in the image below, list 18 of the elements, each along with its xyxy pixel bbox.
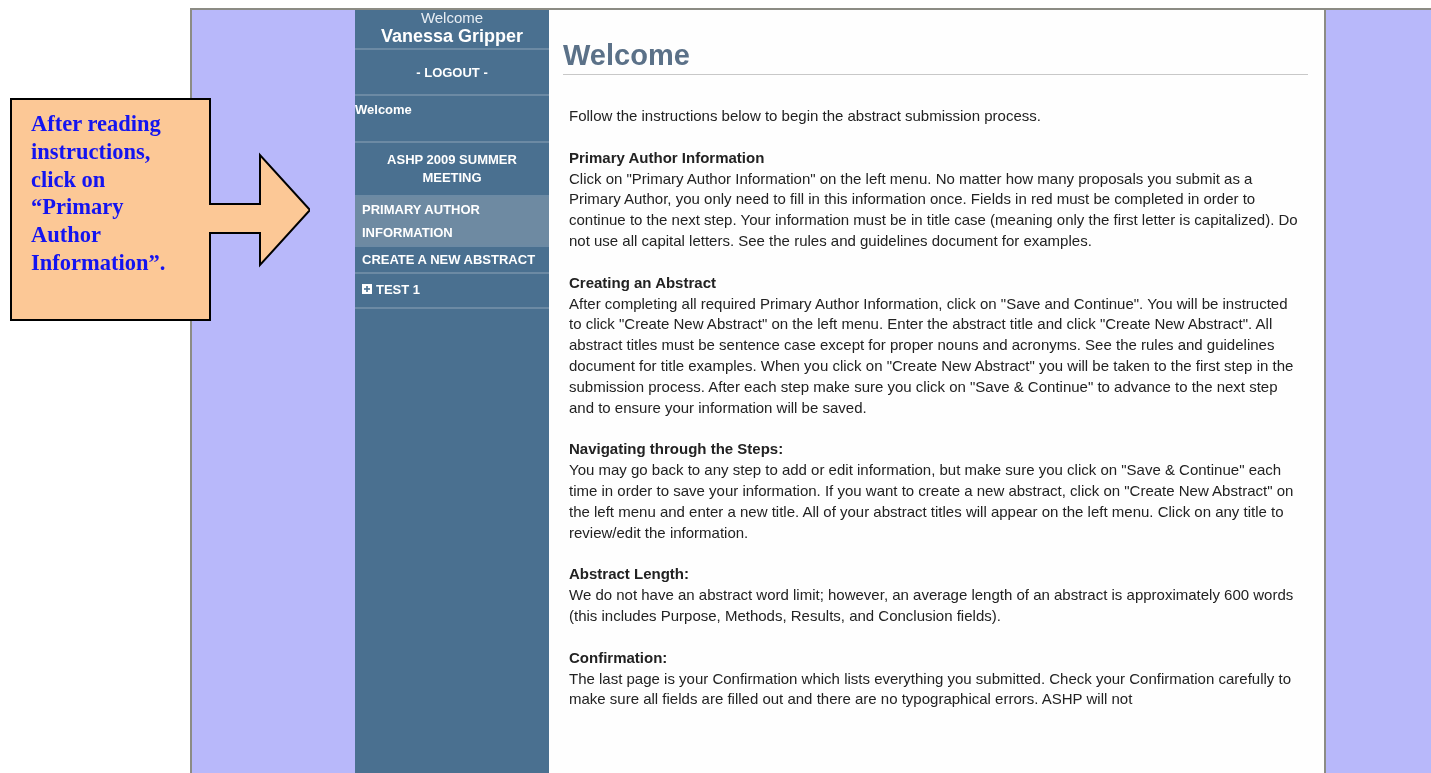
- menu-item[interactable]: PRIMARY AUTHOR INFORMATION: [355, 197, 549, 247]
- logout-link[interactable]: - LOGOUT -: [416, 65, 488, 80]
- section-heading: Confirmation:: [569, 647, 669, 668]
- welcome-label: Welcome: [420, 10, 484, 25]
- section-heading: Navigating through the Steps:: [569, 439, 785, 460]
- section-text: Click on "Primary Author Information" on the left menu. No matter how many proposals you submit as a Primary Author, you only need to fill in this information once. Fields in red must be completed in order to continue to the next step. Your information must be in title case (meaning only the first letter is capitalized). Do not use all capital letters. See the rules and guidelines document for examples.: [569, 168, 1299, 251]
- section-text: The last page is your Confirmation which lists everything you submitted. Check your Confirmation carefully to make sure all fields are filled out and there are no typographical errors. ASHP will not: [569, 668, 1292, 710]
- section-text: After completing all required Primary Author Information, click on "Save and Continue". You will be instructed to click "Create New Abstract" on the left menu. Enter the abstract title and click "Create New Abstract". All abstract titles must be sentence case except for proper nouns and acronyms. See the rules and guidelines document for title examples. When you click on "Create New Abstract" you will be taken to the first step in the submission process. After each step make sure you click on "Save & Continue" to advance to the next step and to ensure your information will be saved.: [569, 293, 1295, 418]
- section-text: We do not have an abstract word limit; however, an average length of an abstract is approximately 600 words (this includes Purpose, Methods, Results, and Conclusion fields).: [569, 585, 1295, 626]
- section-heading: Primary Author Information: [569, 147, 766, 168]
- section-heading: Abstract Length:: [569, 564, 690, 585]
- plus-icon: [362, 284, 372, 294]
- intro-text: Follow the instructions below to begin the abstract submission process.: [569, 106, 1042, 126]
- section-heading: Creating an Abstract: [569, 272, 717, 293]
- callout-text: After reading instructions, click on “Primary Author Information”.: [31, 110, 167, 277]
- user-name: Vanessa Gripper: [380, 25, 524, 47]
- page-title: Welcome: [563, 38, 1308, 75]
- section-text: You may go back to any step to add or edit information, but make sure you click on "Save & Continue" each time in order to save your information. If you want to create a new abstract, click on "Create New Abstract" on the left menu and enter a new title. All of your abstract titles will appear on the left menu. Click on any title to review/edit the information.: [569, 460, 1295, 543]
